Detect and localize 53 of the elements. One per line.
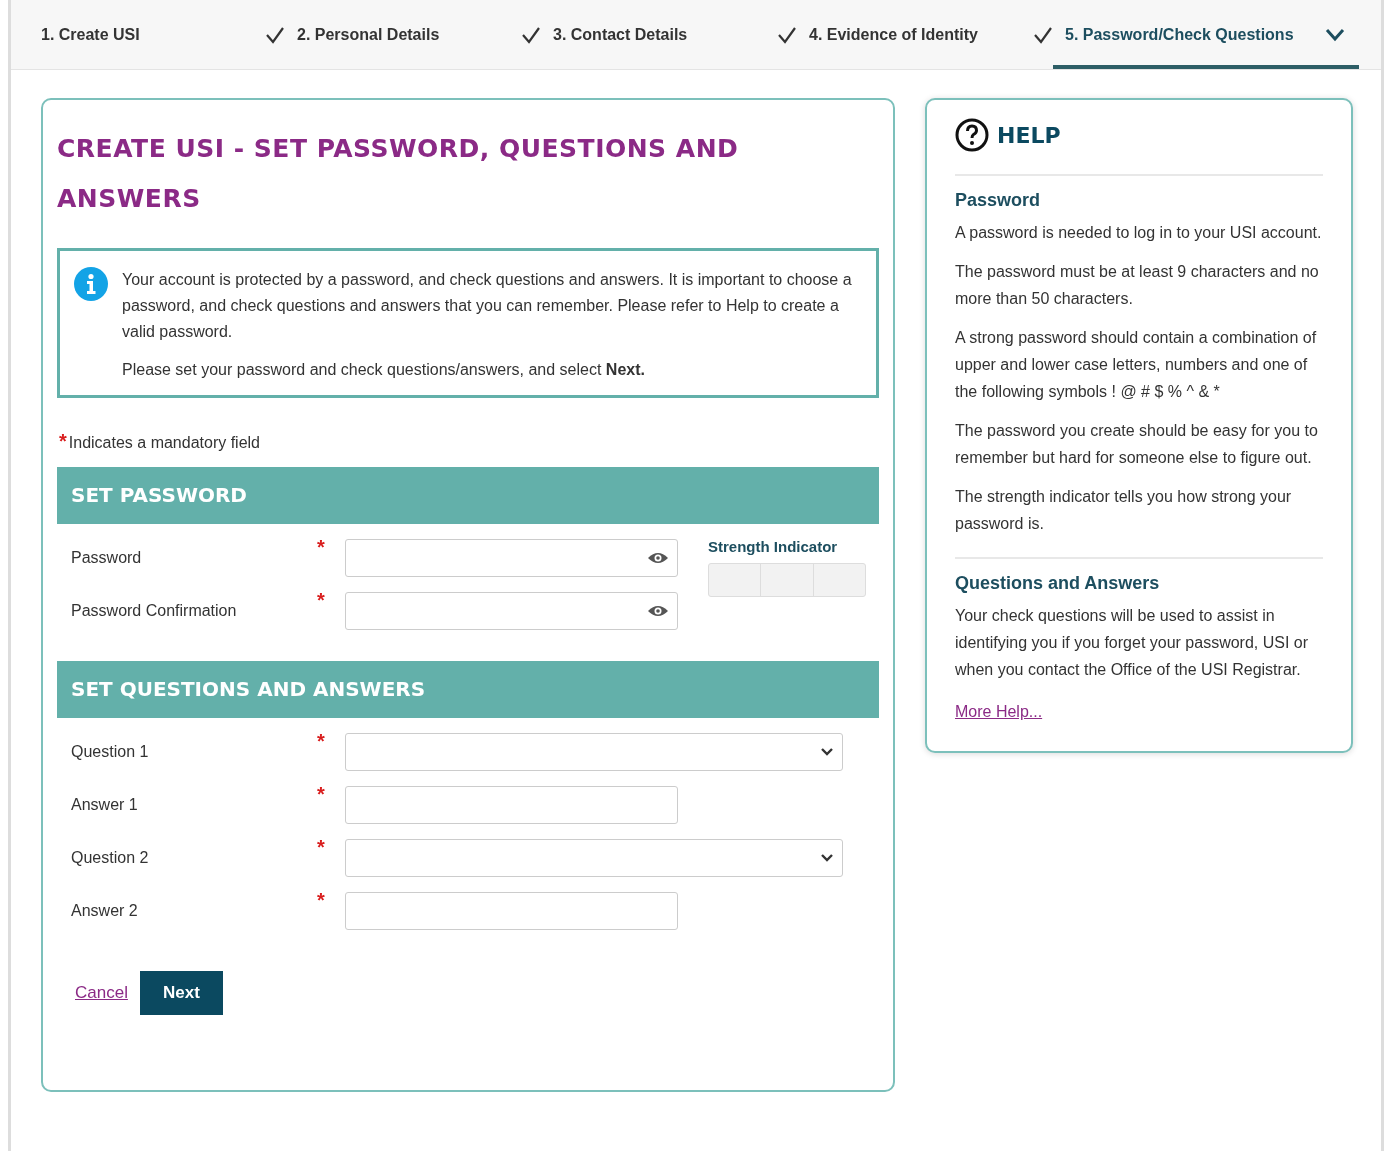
chevron-down-icon (1325, 27, 1345, 42)
answer-field[interactable] (345, 892, 678, 930)
question-dropdown[interactable] (345, 733, 843, 771)
next-button[interactable]: Next (139, 971, 223, 1015)
step-tab[interactable]: 2. Personal Details (297, 0, 553, 69)
info-text: Your account is protected by a password, and check questions and answers. It is important to choose a password, and check questions and answers that you can remember. Please refer to Help to create a valid password. (122, 270, 853, 342)
help-text: A password is needed to log in to your USI account. (955, 223, 1323, 243)
step-tab[interactable]: 3. Contact Details (553, 0, 809, 69)
help-text: Your check questions will be used to assist in identifying you if you forget your password, USI or when you contact the Office of the USI Registrar. (955, 606, 1310, 680)
chevron-down-icon (820, 747, 834, 757)
checkmark-icon (521, 25, 541, 44)
question-dropdown[interactable] (345, 839, 843, 877)
step-tab[interactable]: 1. Create USI (41, 0, 297, 69)
checkmark-icon (1033, 25, 1053, 44)
required-mark: * (317, 836, 326, 859)
strength-label: Strength Indicator (708, 538, 839, 555)
help-heading: Password (955, 190, 1042, 211)
help-icon (955, 118, 989, 152)
section-heading: SET PASSWORD (57, 467, 879, 524)
info-text: Please set your password and check questions/answers, and select Next. (122, 360, 646, 380)
mandatory-note: Indicates a mandatory field (68, 434, 260, 451)
cancel-link[interactable]: Cancel (75, 983, 128, 1003)
required-mark: * (317, 889, 326, 912)
eye-icon[interactable] (647, 551, 669, 565)
checkmark-icon (777, 25, 797, 44)
more-help-link[interactable]: More Help... (955, 703, 1043, 720)
step-tab[interactable]: 5. Password/Check Questions (1053, 0, 1359, 69)
password-field[interactable] (345, 539, 678, 577)
password-field[interactable] (345, 592, 678, 630)
checkmark-icon (265, 25, 285, 44)
required-mark: * (317, 730, 326, 753)
field-label: Answer 1 (70, 796, 139, 814)
help-text: The password must be at least 9 characters and no more than 50 characters. (955, 262, 1320, 309)
field-label: Question 2 (70, 849, 150, 867)
chevron-down-icon (820, 853, 834, 863)
field-label: Password Confirmation (70, 602, 238, 620)
required-mark: * (59, 430, 67, 452)
help-text: The strength indicator tells you how strong your password is. (955, 487, 1293, 534)
help-text: The password you create should be easy for you to remember but hard for someone else to figure out. (955, 421, 1319, 468)
field-label: Answer 2 (70, 902, 139, 920)
page-title: CREATE USI - SET PASSWORD, QUESTIONS AND ANSWERS (57, 133, 740, 215)
required-mark: * (317, 589, 326, 612)
help-heading: Questions and Answers (955, 573, 1161, 594)
info-icon (74, 267, 108, 301)
field-label: Question 1 (70, 743, 150, 761)
section-heading: SET QUESTIONS AND ANSWERS (57, 661, 879, 718)
answer-field[interactable] (345, 786, 678, 824)
required-mark: * (317, 783, 326, 806)
help-text: A strong password should contain a combination of upper and lower case letters, numbers and one of the following symbols ! @ # $ % ^ & * (955, 328, 1318, 402)
eye-icon[interactable] (647, 604, 669, 618)
field-label: Password (70, 549, 143, 567)
required-mark: * (317, 536, 326, 559)
help-title: HELP (997, 122, 1061, 148)
